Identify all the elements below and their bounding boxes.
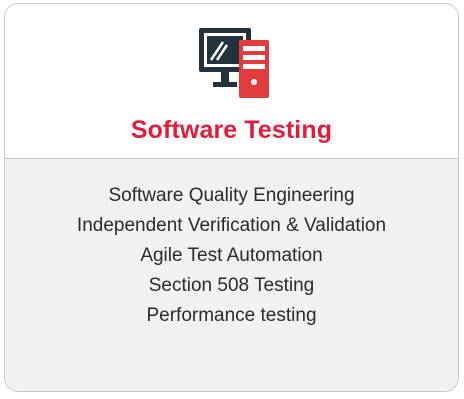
list-item: Independent Verification & Validation [76, 215, 387, 236]
card-header: Software Testing [5, 4, 458, 159]
card-title: Software Testing [130, 116, 333, 144]
list-item: Software Quality Engineering [108, 185, 355, 206]
list-item: Section 508 Testing [148, 275, 315, 296]
card-body: Software Quality Engineering Independent… [5, 159, 458, 391]
list-item: Agile Test Automation [140, 245, 323, 266]
computer-server-icon [195, 22, 277, 100]
services-list: Software Quality Engineering Independent… [5, 181, 458, 331]
service-card: Software Testing Software Quality Engine… [4, 3, 459, 392]
list-item: Performance testing [146, 305, 317, 326]
